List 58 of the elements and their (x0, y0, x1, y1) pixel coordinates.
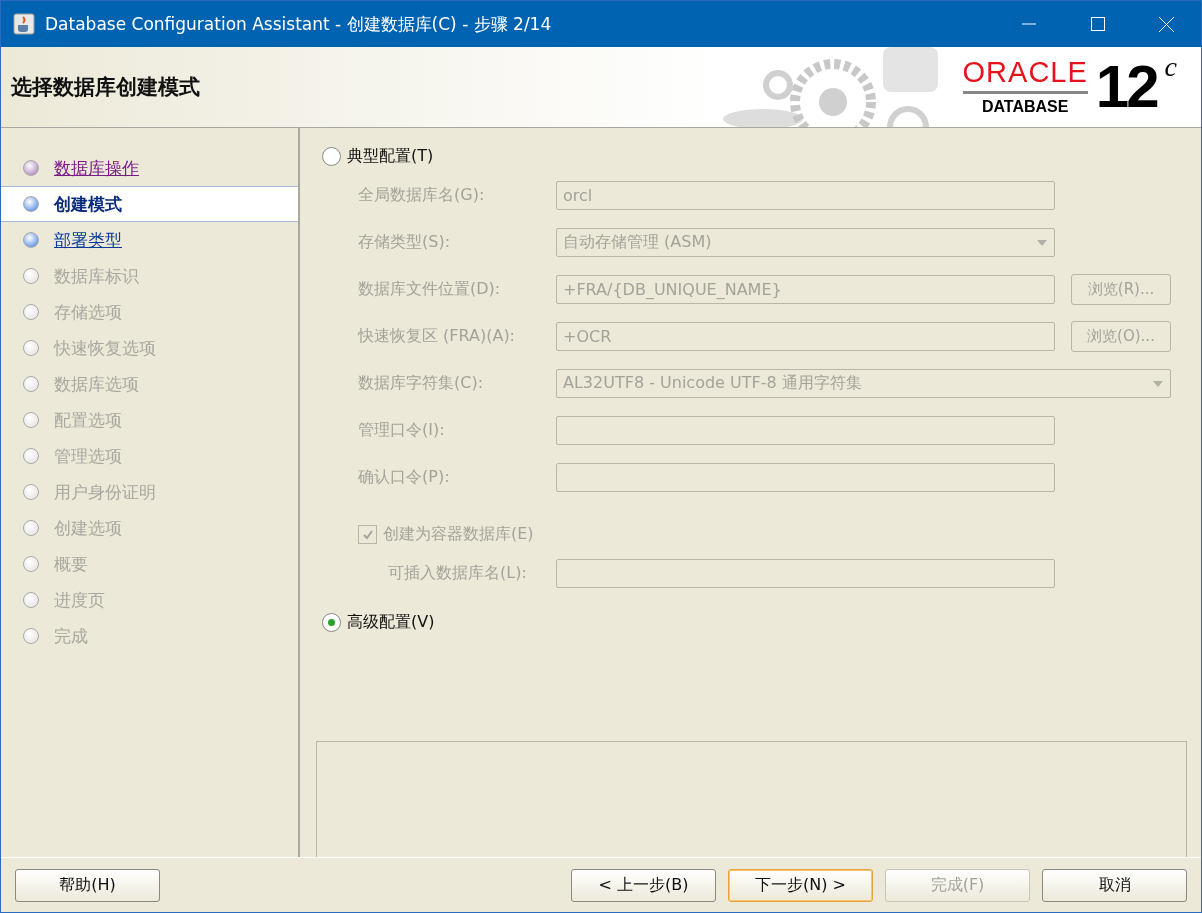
dialog-button[interactable]: < 上一步(B) (571, 868, 716, 902)
field-label: 管理口令(I): (358, 420, 446, 441)
step-item[interactable]: 配置选项 (1, 402, 298, 438)
step-dot-icon (23, 484, 39, 500)
step-dot-icon (23, 196, 39, 212)
step-item[interactable]: 管理选项 (1, 438, 298, 474)
field-label: 数据库字符集(C): (358, 373, 485, 394)
step-dot-icon (23, 592, 39, 608)
step-dot-icon (23, 268, 39, 284)
checkmark-icon (361, 528, 374, 541)
step-item[interactable]: 部署类型 (1, 222, 298, 258)
step-dot-icon (23, 520, 39, 536)
checkbox-label: 创建为容器数据库(E) (383, 524, 534, 545)
step-item[interactable]: 存储选项 (1, 294, 298, 330)
page-title: 选择数据库创建模式 (11, 74, 201, 101)
dialog-button[interactable]: 下一步(N) > (728, 868, 873, 902)
brand-logo-text: ORACLE (962, 58, 1088, 94)
step-item[interactable]: 数据库操作 (1, 150, 298, 186)
window-title: Database Configuration Assistant - 创建数据库(C) - 步骤 2/14 (45, 12, 553, 36)
advanced-config-radio[interactable]: 高级配置(V) (322, 612, 1187, 633)
input-field[interactable] (556, 559, 1055, 588)
java-cup-icon (13, 13, 35, 35)
field-label: 可插入数据库名(L): (388, 563, 528, 584)
input-field[interactable] (556, 416, 1055, 445)
field-label: 存储类型(S): (358, 232, 452, 253)
step-item[interactable]: 用户身份证明 (1, 474, 298, 510)
field-label: 数据库文件位置(D): (358, 279, 502, 300)
step-dot-icon (23, 628, 39, 644)
step-item[interactable]: 数据库选项 (1, 366, 298, 402)
dropdown-arrow-icon (1036, 238, 1048, 247)
step-item[interactable]: 完成 (1, 618, 298, 654)
field-label: 快速恢复区 (FRA)(A): (358, 326, 516, 347)
step-dot-icon (23, 232, 39, 248)
product-name: DATABASE (981, 98, 1069, 116)
field-label: 全局数据库名(G): (358, 185, 486, 206)
step-dot-icon (23, 556, 39, 572)
dropdown-arrow-icon (1152, 379, 1164, 388)
field-label: 确认口令(P): (358, 467, 451, 488)
step-dot-icon (23, 304, 39, 320)
step-dot-icon (23, 448, 39, 464)
dialog-button[interactable]: 帮助(H) (15, 868, 160, 902)
version-suffix: c (1164, 51, 1177, 83)
version-number: 12 (1095, 57, 1157, 117)
step-dot-icon (23, 376, 39, 392)
step-dot-icon (23, 412, 39, 428)
step-item[interactable]: 快速恢复选项 (1, 330, 298, 366)
step-dot-icon (23, 160, 39, 176)
step-item[interactable]: 创建选项 (1, 510, 298, 546)
step-item[interactable]: 数据库标识 (1, 258, 298, 294)
close-icon (1159, 16, 1174, 32)
step-item[interactable]: 进度页 (1, 582, 298, 618)
step-item[interactable]: 概要 (1, 546, 298, 582)
minimize-icon (1021, 23, 1036, 25)
step-dot-icon (23, 340, 39, 356)
maximize-icon (1090, 17, 1105, 31)
dialog-button[interactable]: 取消 (1042, 868, 1187, 902)
step-item[interactable]: 创建模式 (1, 186, 298, 222)
input-field[interactable] (556, 463, 1055, 492)
